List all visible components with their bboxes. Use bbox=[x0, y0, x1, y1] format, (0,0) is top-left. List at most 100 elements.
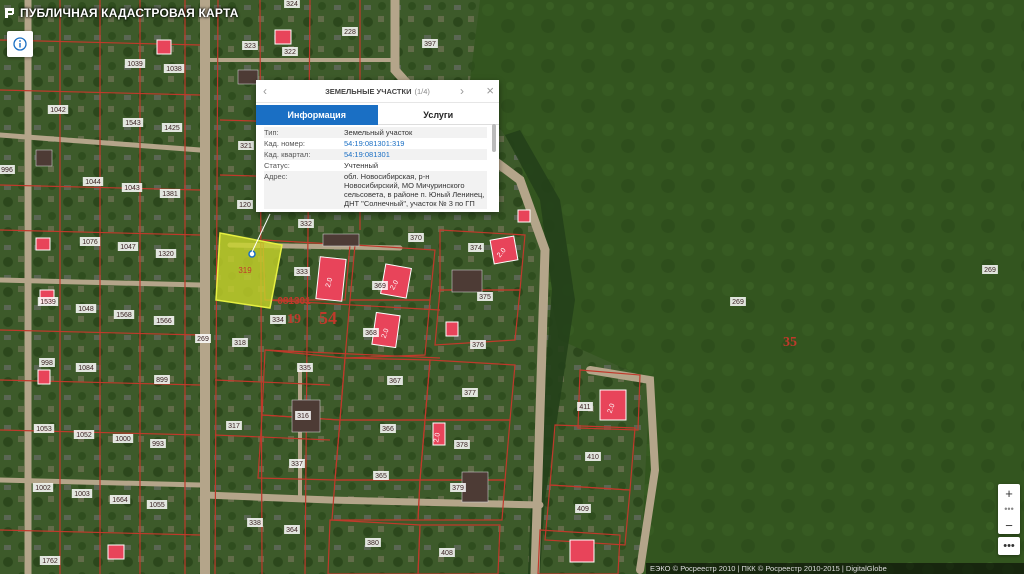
parcel-number-label: 409 bbox=[577, 506, 589, 513]
parcel-number-label: 378 bbox=[456, 442, 468, 449]
popup-title: ЗЕМЕЛЬНЫЕ УЧАСТКИ bbox=[325, 86, 412, 96]
parcel-number-label: 367 bbox=[389, 378, 401, 385]
parcel-number-label: 317 bbox=[228, 423, 240, 430]
close-icon[interactable]: × bbox=[486, 83, 494, 98]
attribute-key: Статус: bbox=[264, 161, 290, 170]
district-code-label: 54 bbox=[319, 308, 337, 328]
info-button[interactable] bbox=[7, 31, 33, 57]
app-header: ПУБЛИЧНАЯ КАДАСТРОВАЯ КАРТА bbox=[4, 6, 239, 20]
parcel-number-label: 1055 bbox=[149, 502, 165, 509]
cadastral-quarter-link[interactable]: 54:19:081301 bbox=[344, 150, 487, 159]
attribute-key: Кад. квартал: bbox=[264, 150, 311, 159]
attribute-row: Кад. квартал: 54:19:081301 bbox=[264, 149, 487, 160]
region-code-label: 19 bbox=[287, 312, 301, 327]
attribute-table: Тип: Земельный участок Кад. номер: 54:19… bbox=[256, 125, 499, 209]
parcel-number-label: 1000 bbox=[115, 436, 131, 443]
app-title: ПУБЛИЧНАЯ КАДАСТРОВАЯ КАРТА bbox=[20, 6, 239, 20]
parcel-number-label: 269 bbox=[197, 336, 209, 343]
parcel-number-label: 377 bbox=[464, 390, 476, 397]
parcel-number-label: 269 bbox=[732, 299, 744, 306]
chevron-left-icon[interactable]: ‹ bbox=[263, 84, 267, 98]
tab-services[interactable]: Услуги bbox=[377, 105, 499, 125]
parcel-number-label: 374 bbox=[470, 245, 482, 252]
parcel-number-label: 318 bbox=[234, 340, 246, 347]
quarter-label: 081301 bbox=[277, 296, 311, 307]
parcel-number-label: 1084 bbox=[78, 365, 94, 372]
parcel-number-label: 397 bbox=[424, 41, 436, 48]
attribute-row: Тип: Земельный участок bbox=[264, 127, 487, 138]
attribute-row: Адрес: обл. Новосибирская, р-н Новосибир… bbox=[264, 171, 487, 209]
cadastral-number-link[interactable]: 54:19:081301:319 bbox=[344, 139, 487, 148]
satellite-map[interactable]: 2.0 2.0 2.0 2.0 2.0 2.0 3242283973233221… bbox=[0, 0, 1024, 574]
parcel-number-label: 993 bbox=[152, 441, 164, 448]
attribute-key: Кад. номер: bbox=[264, 139, 305, 148]
parcel-number-label: 1048 bbox=[78, 306, 94, 313]
parcel-number-label: 322 bbox=[284, 49, 296, 56]
popup-counter: (1/4) bbox=[414, 86, 430, 96]
parcel-number-label: 376 bbox=[472, 342, 484, 349]
parcel-number-label: 1762 bbox=[42, 558, 58, 565]
info-icon bbox=[13, 37, 27, 51]
zoom-out-icon[interactable]: − bbox=[998, 516, 1020, 534]
parcel-number-label: 269 bbox=[984, 267, 996, 274]
chevron-right-icon[interactable]: › bbox=[460, 84, 464, 98]
parcel-number-label: 370 bbox=[410, 235, 422, 242]
attribute-value: Учтенный bbox=[344, 161, 379, 170]
parcel-number-label: 1381 bbox=[162, 191, 178, 198]
parcel-number-label: 334 bbox=[272, 317, 284, 324]
parcel-number-label: 333 bbox=[296, 269, 308, 276]
parcel-number-label: 1002 bbox=[35, 485, 51, 492]
parcel-number-label: 411 bbox=[579, 404, 590, 411]
parcel-number-label: 337 bbox=[291, 461, 303, 468]
parcel-number-label: 1052 bbox=[76, 432, 92, 439]
popup-tabs: Информация Услуги bbox=[256, 105, 499, 125]
parcel-number-label: 1038 bbox=[166, 66, 182, 73]
field-code-label: 35 bbox=[783, 335, 797, 350]
parcel-number-label: 899 bbox=[156, 377, 168, 384]
parcel-number-label: 1047 bbox=[120, 244, 136, 251]
parcel-number-label: 1539 bbox=[40, 299, 56, 306]
parcel-number-label: 338 bbox=[249, 520, 261, 527]
parcel-number-label: 1003 bbox=[74, 491, 90, 498]
parcel-number-label: 324 bbox=[286, 1, 298, 8]
attribute-row: Кад. номер: 54:19:081301:319 bbox=[264, 138, 487, 149]
parcel-number-label: 1043 bbox=[124, 185, 140, 192]
popup-scrollbar[interactable] bbox=[492, 124, 496, 152]
parcel-number-label: 335 bbox=[299, 365, 311, 372]
parcel-number-label: 316 bbox=[297, 413, 309, 420]
more-icon[interactable]: ••• bbox=[998, 537, 1020, 555]
parcel-number-label: 368 bbox=[365, 330, 377, 337]
parcel-number-label: 1425 bbox=[164, 125, 180, 132]
parcel-number-label: 379 bbox=[452, 485, 464, 492]
attribute-row: Статус: Учтенный bbox=[264, 160, 487, 171]
parcel-number-label: 998 bbox=[41, 360, 53, 367]
parcel-number-label: 366 bbox=[382, 426, 394, 433]
attribute-value: обл. Новосибирская, р-н Новосибирский, М… bbox=[344, 172, 485, 208]
parcel-info-popup: ‹ ЗЕМЕЛЬНЫЕ УЧАСТКИ (1/4) › × Информация… bbox=[256, 80, 499, 212]
attribute-key: Тип: bbox=[264, 128, 279, 137]
parcel-number-label: 1042 bbox=[50, 107, 66, 114]
zoom-in-icon[interactable]: + bbox=[998, 484, 1020, 502]
parcel-number-label: 375 bbox=[479, 294, 491, 301]
tab-info[interactable]: Информация bbox=[256, 105, 378, 125]
parcel-number-label: 1053 bbox=[36, 426, 52, 433]
parcel-number-label: 408 bbox=[441, 550, 453, 557]
popup-header: ‹ ЗЕМЕЛЬНЫЕ УЧАСТКИ (1/4) › × bbox=[256, 80, 499, 103]
logo-icon bbox=[5, 8, 14, 18]
parcel-number-label: 1076 bbox=[82, 239, 98, 246]
parcel-number-label: 1320 bbox=[158, 251, 174, 258]
parcel-number-label: 369 bbox=[374, 283, 386, 290]
zoom-control: + ••• − bbox=[998, 484, 1020, 534]
selected-parcel-label: 319 bbox=[238, 266, 252, 275]
parcel-number-label: 996 bbox=[1, 167, 13, 174]
parcel-number-label: 1543 bbox=[125, 120, 141, 127]
parcel-number-label: 380 bbox=[367, 540, 379, 547]
attribute-key: Адрес: bbox=[264, 172, 288, 181]
parcel-number-label: 323 bbox=[244, 43, 256, 50]
attribute-value: Земельный участок bbox=[344, 128, 413, 137]
parcel-number-label: 410 bbox=[587, 454, 599, 461]
parcel-number-label: 228 bbox=[344, 29, 356, 36]
parcel-number-label: 120 bbox=[239, 202, 251, 209]
parcel-number-label: 321 bbox=[240, 143, 252, 150]
zoom-level-indicator[interactable]: ••• bbox=[998, 502, 1020, 516]
